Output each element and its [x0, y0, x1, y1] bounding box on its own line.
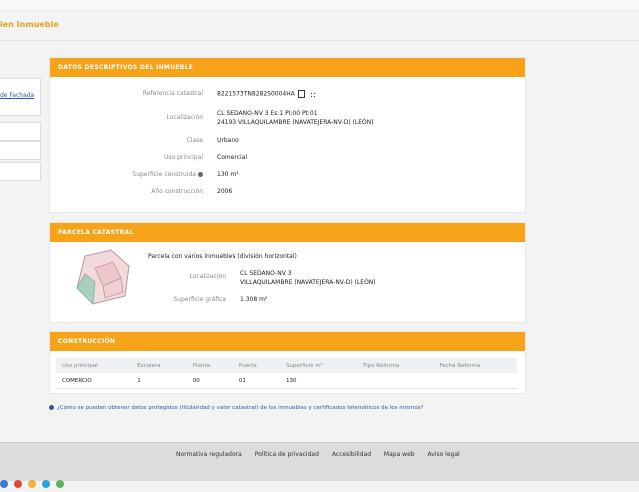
parcela-localizacion-line2: VILLAQUILAMBRE (NAVATEJERA-NV-D) (LEÓN)	[240, 279, 376, 286]
column-header: Escalera	[131, 358, 187, 373]
referencia-label: Referencia catastral	[142, 90, 203, 97]
footer-link-privacidad[interactable]: Política de privacidad	[255, 451, 319, 458]
table-cell	[356, 373, 434, 389]
table-header-row: Uso principal Escalera Planta Puerta Sup…	[56, 358, 517, 373]
top-bar	[0, 0, 639, 11]
column-header: Planta	[186, 358, 233, 373]
help-link[interactable]: ¿Cómo se pueden obtener datos protegidos…	[49, 405, 423, 411]
info-icon	[49, 405, 54, 410]
table-row: COMERCIO 1 00 01 130	[56, 373, 517, 389]
parcel-map-thumbnail[interactable]	[73, 248, 133, 306]
table-cell	[433, 373, 517, 389]
app-icon[interactable]	[42, 480, 50, 488]
datos-descriptivos-panel: DATOS DESCRIPTIVOS DEL INMUEBLE	[49, 57, 526, 213]
column-header: Puerta	[232, 358, 280, 373]
panel-header: CONSTRUCCIÓN	[50, 332, 525, 351]
referencia-value: 8221573TN8282S0004HA	[217, 90, 316, 98]
localizacion-value-line1: CL SEDANO-NV 3 Es:1 Pl:00 Pt:01	[217, 110, 318, 117]
info-icon[interactable]	[198, 172, 203, 177]
help-link-text[interactable]: ¿Cómo se pueden obtener datos protegidos…	[57, 405, 423, 411]
page-title: ien Inmueble	[0, 20, 59, 29]
superficie-grafica-value: 1.308 m²	[240, 296, 268, 303]
clase-label: Clase	[186, 137, 203, 144]
superficie-label-text: Superficie construida	[132, 171, 196, 178]
table-cell: 130	[280, 373, 357, 389]
table-cell: COMERCIO	[56, 373, 132, 389]
clase-value: Urbano	[217, 137, 239, 144]
localizacion-label: Localización	[166, 114, 203, 121]
footer: Normativa reguladora Política de privaci…	[0, 442, 639, 488]
app-icon[interactable]	[28, 480, 36, 488]
copy-icon[interactable]	[297, 90, 305, 98]
superficie-label: Superficie construida	[117, 171, 203, 178]
parcela-note: Parcela con varios inmuebles (división h…	[148, 253, 297, 260]
parcela-localizacion-label: Localización	[189, 273, 226, 280]
title-divider	[0, 40, 639, 41]
anio-label: Año construcción	[151, 188, 203, 195]
anio-value: 2006	[217, 188, 233, 195]
column-header: Tipo Reforma	[356, 358, 434, 373]
superficie-value: 130 m²	[217, 171, 239, 178]
left-menu-item[interactable]	[0, 141, 41, 160]
left-menu-item[interactable]	[0, 122, 41, 141]
app-icon[interactable]	[14, 480, 22, 488]
table-cell: 1	[131, 373, 187, 389]
uso-label: Uso principal	[164, 154, 203, 161]
left-menu-item[interactable]	[0, 162, 41, 181]
footer-link-accesibilidad[interactable]: Accesibilidad	[332, 451, 371, 458]
qr-code-icon[interactable]	[308, 90, 316, 98]
column-header: Uso principal	[56, 358, 132, 373]
referencia-text: 8221573TN8282S0004HA	[217, 90, 295, 98]
uso-value: Comercial	[217, 154, 248, 161]
column-header: Superficie m²	[280, 358, 357, 373]
construccion-table: Uso principal Escalera Planta Puerta Sup…	[56, 358, 517, 389]
footer-link-mapa-web[interactable]: Mapa web	[384, 451, 415, 458]
app-icon[interactable]	[56, 480, 64, 488]
table-cell: 01	[232, 373, 280, 389]
column-header: Fecha Reforma	[433, 358, 517, 373]
app-icon[interactable]	[0, 480, 8, 488]
footer-links: Normativa reguladora Política de privaci…	[176, 451, 471, 458]
footer-link-aviso-legal[interactable]: Aviso legal	[428, 451, 460, 458]
table-cell: 00	[186, 373, 233, 389]
fachada-link[interactable]: de Fachada	[0, 92, 34, 99]
parcela-localizacion-line1: CL SEDANO-NV 3	[240, 270, 292, 277]
superficie-grafica-label: Superficie gráfica	[173, 296, 226, 303]
panel-header: DATOS DESCRIPTIVOS DEL INMUEBLE	[50, 58, 525, 77]
panel-header: PARCELA CATASTRAL	[50, 223, 525, 242]
localizacion-value-line2: 24193 VILLAQUILAMBRE (NAVATEJERA-NV-D) (…	[217, 119, 374, 126]
footer-link-normativa[interactable]: Normativa reguladora	[176, 451, 242, 458]
